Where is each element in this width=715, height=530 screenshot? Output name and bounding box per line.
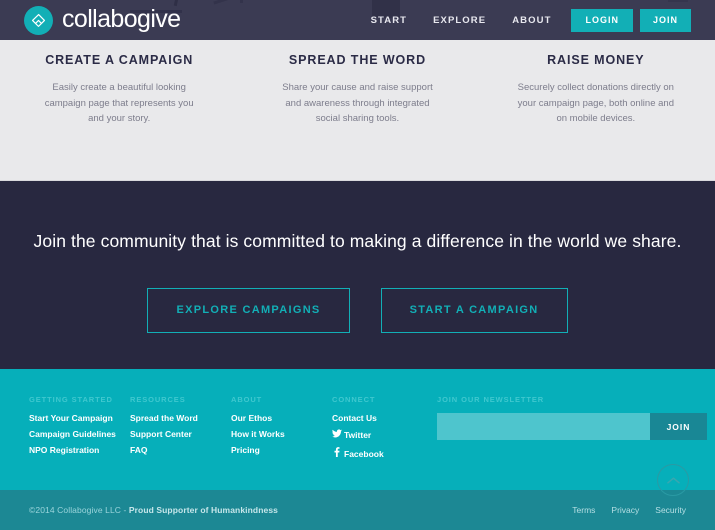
cta-heading: Join the community that is committed to …	[33, 231, 682, 251]
footer-link-support-center[interactable]: Support Center	[130, 429, 231, 440]
footer-column-connect: CONNECT Contact Us Twitter Facebook	[332, 395, 412, 490]
copyright-tagline: Proud Supporter of Humankindness	[128, 505, 278, 515]
footer-link-columns: GETTING STARTED Start Your Campaign Camp…	[29, 395, 412, 490]
feature-create-a-campaign: CREATE A CAMPAIGN Easily create a beauti…	[0, 40, 238, 180]
scroll-to-top-button[interactable]	[657, 464, 689, 496]
footer-link-campaign-guidelines[interactable]: Campaign Guidelines	[29, 429, 130, 440]
footer-link-label: Contact Us	[332, 413, 377, 423]
newsletter-join-button[interactable]: JOIN	[650, 413, 707, 440]
footer-link-label: Facebook	[344, 448, 384, 459]
nav-link-about[interactable]: ABOUT	[499, 9, 564, 32]
copyright-text: ©2014 Collabogive LLC - Proud Supporter …	[29, 505, 278, 515]
footer-link-spread-the-word[interactable]: Spread the Word	[130, 413, 231, 424]
explore-campaigns-button[interactable]: EXPLORE CAMPAIGNS	[147, 288, 350, 333]
twitter-icon	[332, 429, 342, 441]
footer-link-npo-registration[interactable]: NPO Registration	[29, 445, 130, 456]
footer-column-heading: ABOUT	[231, 395, 263, 404]
site-footer: GETTING STARTED Start Your Campaign Camp…	[0, 369, 715, 490]
facebook-icon	[332, 446, 342, 460]
legal-link-security[interactable]: Security	[655, 505, 686, 515]
feature-spread-the-word: SPREAD THE WORD Share your cause and rai…	[238, 40, 476, 180]
legal-link-terms[interactable]: Terms	[572, 505, 595, 515]
footer-column-heading: GETTING STARTED	[29, 395, 113, 404]
nav-link-explore[interactable]: EXPLORE	[420, 9, 499, 32]
diamond-heart-icon	[24, 5, 53, 35]
feature-description: Easily create a beautiful looking campai…	[44, 82, 194, 125]
footer-link-our-ethos[interactable]: Our Ethos	[231, 413, 332, 424]
footer-link-start-your-campaign[interactable]: Start Your Campaign	[29, 413, 130, 424]
footer-column-heading: RESOURCES	[130, 395, 186, 404]
feature-description: Securely collect donations directly on y…	[517, 82, 674, 125]
footer-column-resources: RESOURCES Spread the Word Support Center…	[130, 395, 231, 490]
start-a-campaign-button[interactable]: START A CAMPAIGN	[380, 288, 568, 333]
features-section: CREATE A CAMPAIGN Easily create a beauti…	[0, 40, 715, 181]
legal-links: Terms Privacy Security	[572, 505, 686, 515]
login-button[interactable]: LOGIN	[571, 8, 633, 32]
footer-link-faq[interactable]: FAQ	[130, 445, 231, 456]
copyright-prefix: ©2014 Collabogive LLC -	[29, 505, 129, 515]
footer-link-twitter[interactable]: Twitter	[332, 429, 412, 441]
footer-column-getting-started: GETTING STARTED Start Your Campaign Camp…	[29, 395, 130, 490]
feature-title: CREATE A CAMPAIGN	[45, 53, 194, 67]
nav-link-start[interactable]: START	[358, 9, 420, 32]
newsletter-email-input[interactable]	[437, 413, 650, 440]
logo-wordmark: collabogive	[62, 4, 181, 33]
site-header: collabogive START EXPLORE ABOUT LOGIN JO…	[0, 0, 715, 40]
community-cta-section: Join the community that is committed to …	[0, 181, 715, 369]
footer-bottom-bar: ©2014 Collabogive LLC - Proud Supporter …	[0, 464, 715, 530]
feature-title: SPREAD THE WORD	[288, 53, 427, 67]
main-navigation: START EXPLORE ABOUT LOGIN JOIN	[358, 8, 691, 32]
feature-description: Share your cause and raise support and a…	[282, 82, 433, 125]
site-logo[interactable]: collabogive	[24, 4, 181, 35]
chevron-up-icon	[666, 473, 680, 488]
footer-link-contact-us[interactable]: Contact Us	[332, 413, 412, 424]
cta-button-group: EXPLORE CAMPAIGNS START A CAMPAIGN	[147, 288, 568, 333]
feature-title: RAISE MONEY	[547, 53, 645, 67]
legal-link-privacy[interactable]: Privacy	[611, 505, 639, 515]
footer-column-heading: CONNECT	[332, 395, 376, 404]
footer-column-about: ABOUT Our Ethos How it Works Pricing	[231, 395, 332, 490]
footer-link-facebook[interactable]: Facebook	[332, 446, 412, 460]
newsletter-heading: JOIN OUR NEWSLETTER	[437, 395, 545, 404]
join-button[interactable]: JOIN	[639, 8, 691, 32]
feature-raise-money: RAISE MONEY Securely collect donations d…	[477, 40, 715, 180]
footer-link-label: Twitter	[344, 430, 372, 441]
footer-link-how-it-works[interactable]: How it Works	[231, 429, 332, 440]
footer-link-pricing[interactable]: Pricing	[231, 445, 332, 456]
